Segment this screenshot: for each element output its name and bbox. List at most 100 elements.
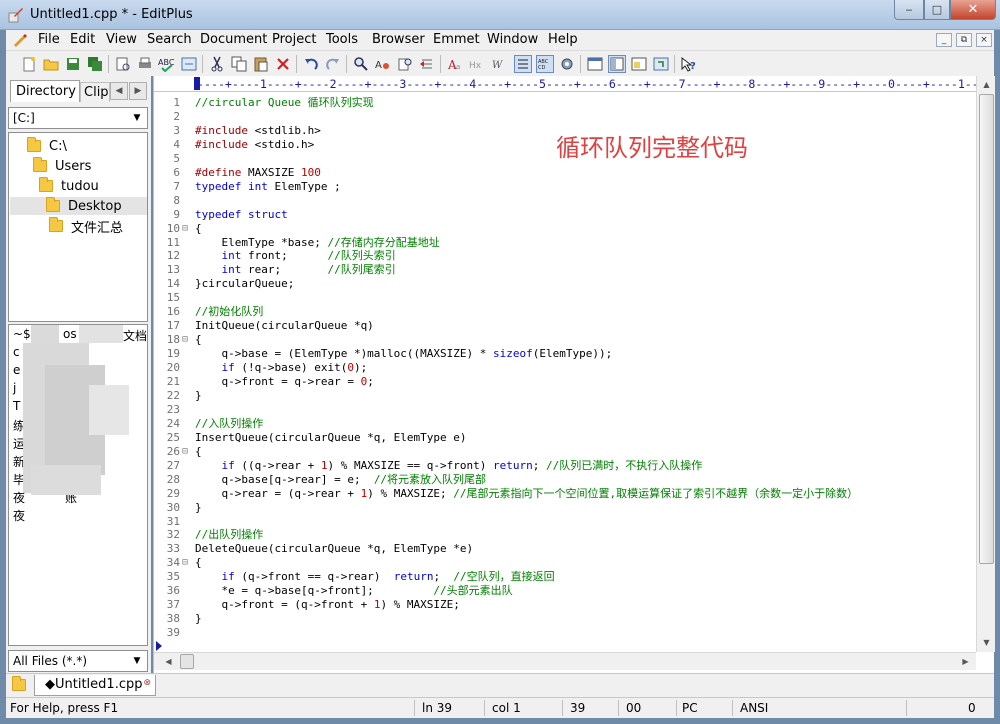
code-line[interactable]: 14}circularQueue; <box>154 277 976 291</box>
code-line[interactable]: 20 if (!q->base) exit(0); <box>154 361 976 375</box>
code-line[interactable]: 23 <box>154 403 976 417</box>
settings-gear-icon[interactable] <box>558 55 576 73</box>
maximize-button[interactable]: □ <box>924 0 950 20</box>
code-line[interactable]: 27 if ((q->rear + 1) % MAXSIZE == q->fro… <box>154 459 976 473</box>
code-line[interactable]: 1 //circular Queue 循环队列实现 <box>154 96 976 110</box>
tree-item-c-drive[interactable]: C:\ <box>27 137 67 155</box>
list-item[interactable]: 夜 <box>13 507 25 524</box>
document-menu-icon[interactable] <box>12 33 28 47</box>
save-all-icon[interactable] <box>86 55 104 73</box>
tree-item-users[interactable]: Users <box>33 157 91 175</box>
minimize-button[interactable]: ‒ <box>894 0 924 20</box>
horizontal-scrollbar[interactable]: ◀ ▶ <box>154 652 976 670</box>
code-line[interactable]: 37 q->front = (q->front + 1) % MAXSIZE; <box>154 598 976 612</box>
code-line[interactable]: 31 <box>154 515 976 529</box>
code-line[interactable]: 30} <box>154 501 976 515</box>
hex-view-icon[interactable]: Hx <box>468 55 486 73</box>
code-line[interactable]: 13 int rear; //队列尾索引 <box>154 263 976 277</box>
code-line[interactable]: 24 //入队列操作 <box>154 417 976 431</box>
code-line[interactable]: 29 q->rear = (q->rear + 1) % MAXSIZE; //… <box>154 487 976 501</box>
chevron-down-icon[interactable]: ▼ <box>129 653 145 669</box>
fold-toggle-icon[interactable]: ⊟ <box>182 556 188 570</box>
tree-item-tudou[interactable]: tudou <box>39 177 99 195</box>
tab-directory[interactable]: Directory <box>10 80 80 102</box>
code-line[interactable]: 2 <box>154 110 976 124</box>
code-line[interactable]: 16 //初始化队列 <box>154 305 976 319</box>
list-item[interactable]: ~$ <box>13 327 31 341</box>
code-line[interactable]: 39 <box>154 626 976 640</box>
drive-select[interactable]: [C:] ▼ <box>8 107 148 129</box>
goto-line-icon[interactable] <box>418 55 436 73</box>
replace-icon[interactable]: A <box>374 55 392 73</box>
context-help-icon[interactable]: ? <box>680 55 698 73</box>
menu-search[interactable]: Search <box>147 32 192 47</box>
line-number-toggle-icon[interactable] <box>514 55 532 73</box>
close-window-button[interactable]: ✕ <box>950 0 996 20</box>
menu-tools[interactable]: Tools <box>326 32 358 47</box>
font-icon[interactable]: Aa <box>446 55 464 73</box>
save-icon[interactable] <box>64 55 82 73</box>
undo-icon[interactable] <box>302 55 320 73</box>
list-item[interactable]: e <box>13 363 20 377</box>
word-wrap-icon[interactable]: W <box>490 55 508 73</box>
tab-scroll-left-icon[interactable]: ◀ <box>110 82 128 100</box>
print-preview-icon[interactable] <box>114 55 132 73</box>
print-icon[interactable] <box>136 55 154 73</box>
menu-browser[interactable]: Browser <box>372 32 425 47</box>
directory-window-icon[interactable] <box>608 55 626 73</box>
directory-tree[interactable]: C:\ Users tudou Desktop 文件汇总 <box>8 132 148 322</box>
code-line[interactable]: 12 int front; //队列头索引 <box>154 249 976 263</box>
mdi-restore-button[interactable]: ⧉ <box>956 33 972 47</box>
menu-emmet[interactable]: Emmet <box>433 32 480 47</box>
mdi-minimize-button[interactable]: _ <box>936 33 952 47</box>
new-file-icon[interactable] <box>20 55 38 73</box>
code-line[interactable]: 11 ElemType *base; //存储内存分配基地址 <box>154 236 976 250</box>
code-line[interactable]: 34 ⊟ { <box>154 556 976 570</box>
tab-untitled1-cpp[interactable]: ◆Untitled1.cpp ⊗ <box>34 675 156 696</box>
list-item[interactable]: T <box>13 399 20 413</box>
code-line[interactable]: 19 q->base = (ElemType *)malloc((MAXSIZE… <box>154 347 976 361</box>
chevron-down-icon[interactable]: ▼ <box>129 110 145 126</box>
code-line[interactable]: 35 if (q->front == q->rear) return; //空队… <box>154 570 976 584</box>
code-line[interactable]: 25 InsertQueue(circularQueue *q, ElemType… <box>154 431 976 445</box>
tree-item-subfolder[interactable]: 文件汇总 <box>49 217 123 236</box>
menu-file[interactable]: File <box>38 32 60 47</box>
scrollbar-thumb[interactable] <box>979 94 994 564</box>
code-line[interactable]: 33 DeleteQueue(circularQueue *q, ElemType… <box>154 542 976 556</box>
redo-icon[interactable] <box>324 55 342 73</box>
status-line-ending[interactable]: PC <box>682 701 698 715</box>
menu-help[interactable]: Help <box>548 32 578 47</box>
code-line[interactable]: 21 q->front = q->rear = 0; <box>154 375 976 389</box>
file-filter-select[interactable]: All Files (*.*) ▼ <box>8 650 148 672</box>
copy-icon[interactable] <box>230 55 248 73</box>
code-line[interactable]: 28 q->base[q->rear] = e; //将元素放入队列尾部 <box>154 473 976 487</box>
fold-toggle-icon[interactable]: ⊟ <box>182 445 188 459</box>
menu-window[interactable]: Window <box>487 32 538 47</box>
menu-document[interactable]: Document <box>200 32 267 47</box>
code-line[interactable]: 6 #define MAXSIZE 100 <box>154 166 976 180</box>
scroll-left-icon[interactable]: ◀ <box>160 653 177 670</box>
scroll-down-icon[interactable]: ▼ <box>978 634 995 651</box>
status-encoding[interactable]: ANSI <box>740 701 768 715</box>
spellcheck-icon[interactable]: ABC <box>158 55 176 73</box>
folder-icon[interactable] <box>12 676 26 691</box>
scroll-right-icon[interactable]: ▶ <box>957 653 974 670</box>
code-text-area[interactable]: 1 //circular Queue 循环队列实现 2 3 #include <stdl… <box>154 93 976 652</box>
browser-preview-icon[interactable] <box>180 55 198 73</box>
code-line[interactable]: 36 *e = q->base[q->front]; //头部元素出队 <box>154 584 976 598</box>
cliptext-window-icon[interactable] <box>630 55 648 73</box>
code-line[interactable]: 26 ⊟ { <box>154 445 976 459</box>
fullscreen-icon[interactable] <box>652 55 670 73</box>
tab-scroll-right-icon[interactable]: ▶ <box>129 82 147 100</box>
menu-edit[interactable]: Edit <box>70 32 95 47</box>
code-line[interactable]: 9 typedef struct <box>154 208 976 222</box>
find-icon[interactable] <box>352 55 370 73</box>
list-item[interactable]: j <box>13 381 16 395</box>
code-editor[interactable]: ----+----1----+----2----+----3----+----4… <box>153 76 995 673</box>
list-item[interactable]: c <box>13 345 20 359</box>
menu-view[interactable]: View <box>106 32 137 47</box>
code-line[interactable]: 15 <box>154 291 976 305</box>
scrollbar-thumb[interactable] <box>180 654 194 669</box>
code-line[interactable]: 18 ⊟ { <box>154 333 976 347</box>
scroll-up-icon[interactable]: ▲ <box>978 76 995 93</box>
